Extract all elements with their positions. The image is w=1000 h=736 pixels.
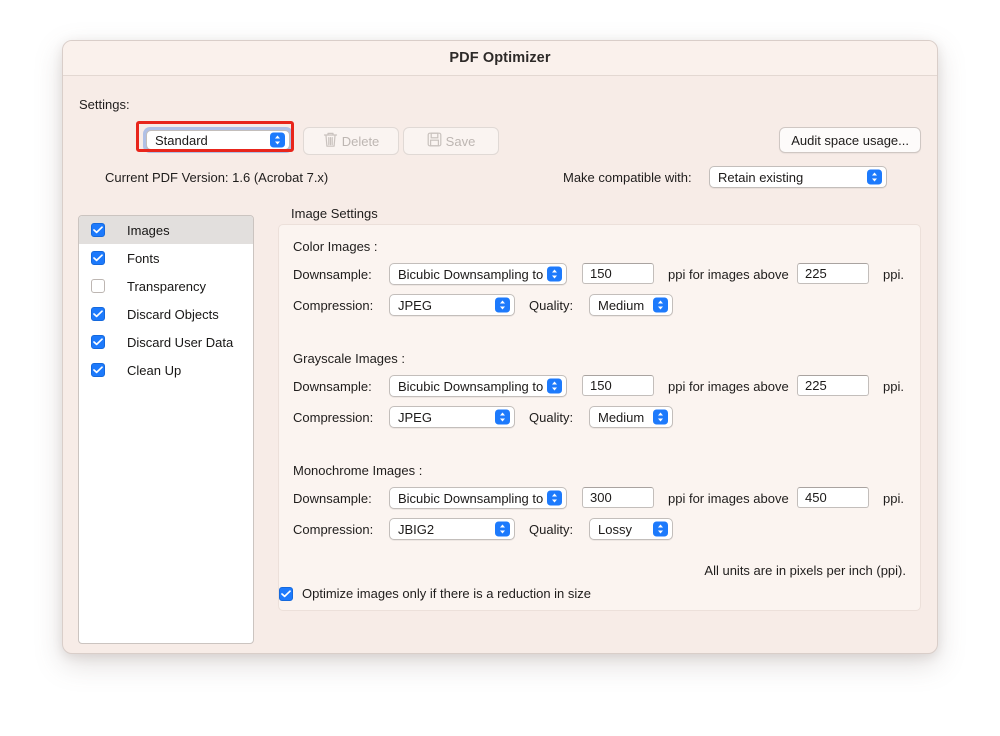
monochrome-ppi-above-label: ppi for images above bbox=[668, 491, 789, 506]
chevron-updown-icon bbox=[495, 409, 510, 425]
chevron-updown-icon bbox=[495, 521, 510, 537]
sidebar-item-label: Clean Up bbox=[127, 362, 182, 378]
settings-category-list[interactable]: Images Fonts Transparency Discard Object… bbox=[78, 215, 254, 644]
sidebar-item-discard-objects[interactable]: Discard Objects bbox=[79, 300, 253, 328]
chevron-updown-icon bbox=[547, 490, 562, 506]
sidebar-item-clean-up[interactable]: Clean Up bbox=[79, 356, 253, 384]
color-downsample-label: Downsample: bbox=[293, 267, 372, 282]
checkbox-transparency[interactable] bbox=[91, 279, 105, 293]
delete-button-label: Delete bbox=[341, 133, 380, 149]
grayscale-quality-label: Quality: bbox=[529, 410, 574, 425]
image-settings-title: Image Settings bbox=[291, 206, 378, 221]
save-button-label: Save bbox=[445, 133, 476, 149]
monochrome-ppi-suffix: ppi. bbox=[883, 491, 904, 506]
image-settings-panel: Color Images : Downsample: Bicubic Downs… bbox=[278, 224, 921, 611]
monochrome-quality-value: Lossy bbox=[598, 521, 632, 537]
color-compression-value: JPEG bbox=[398, 297, 432, 313]
settings-dropdown[interactable]: Standard bbox=[143, 127, 293, 153]
grayscale-images-group-title: Grayscale Images : bbox=[293, 351, 405, 366]
grayscale-compression-label: Compression: bbox=[293, 410, 374, 425]
sidebar-item-label: Fonts bbox=[127, 250, 160, 266]
sidebar-item-fonts[interactable]: Fonts bbox=[79, 244, 253, 272]
sidebar-item-label: Discard User Data bbox=[127, 334, 234, 350]
grayscale-ppi-suffix: ppi. bbox=[883, 379, 904, 394]
grayscale-ppi-above-label: ppi for images above bbox=[668, 379, 789, 394]
checkbox-images[interactable] bbox=[91, 223, 105, 237]
monochrome-quality-dropdown[interactable]: Lossy bbox=[589, 518, 673, 540]
chevron-updown-icon bbox=[867, 169, 882, 185]
settings-label: Settings: bbox=[79, 97, 130, 112]
grayscale-downsample-method-value: Bicubic Downsampling to bbox=[398, 378, 544, 394]
grayscale-threshold-ppi-input[interactable]: 225 bbox=[797, 375, 869, 396]
monochrome-target-ppi-input[interactable]: 300 bbox=[582, 487, 654, 508]
checkbox-clean-up[interactable] bbox=[91, 363, 105, 377]
floppy-disk-icon bbox=[427, 132, 442, 150]
sidebar-item-label: Transparency bbox=[127, 278, 206, 294]
dialog-titlebar: PDF Optimizer bbox=[63, 41, 937, 76]
settings-dropdown-value: Standard bbox=[155, 132, 208, 148]
grayscale-downsample-method-dropdown[interactable]: Bicubic Downsampling to bbox=[389, 375, 567, 397]
dialog-title: PDF Optimizer bbox=[449, 50, 551, 66]
color-compression-dropdown[interactable]: JPEG bbox=[389, 294, 515, 316]
monochrome-quality-label: Quality: bbox=[529, 522, 574, 537]
grayscale-target-ppi-input[interactable]: 150 bbox=[582, 375, 654, 396]
save-button: Save bbox=[403, 127, 499, 155]
monochrome-downsample-method-value: Bicubic Downsampling to bbox=[398, 490, 544, 506]
audit-space-usage-button[interactable]: Audit space usage... bbox=[779, 127, 921, 153]
color-target-ppi-input[interactable]: 150 bbox=[582, 263, 654, 284]
color-compression-label: Compression: bbox=[293, 298, 374, 313]
units-note: All units are in pixels per inch (ppi). bbox=[704, 563, 906, 578]
chevron-updown-icon bbox=[653, 409, 668, 425]
sidebar-item-images[interactable]: Images bbox=[79, 216, 253, 244]
chevron-updown-icon bbox=[547, 266, 562, 282]
optimize-images-row[interactable]: Optimize images only if there is a reduc… bbox=[279, 586, 591, 601]
trash-icon bbox=[323, 131, 338, 151]
monochrome-images-group-title: Monochrome Images : bbox=[293, 463, 423, 478]
optimize-images-label: Optimize images only if there is a reduc… bbox=[302, 586, 592, 601]
color-quality-value: Medium bbox=[598, 297, 645, 313]
checkbox-discard-objects[interactable] bbox=[91, 307, 105, 321]
chevron-updown-icon bbox=[270, 132, 285, 148]
checkbox-discard-user-data[interactable] bbox=[91, 335, 105, 349]
monochrome-threshold-ppi-input[interactable]: 450 bbox=[797, 487, 869, 508]
pdf-optimizer-dialog: PDF Optimizer Settings: Standard Delete … bbox=[62, 40, 938, 654]
monochrome-compression-dropdown[interactable]: JBIG2 bbox=[389, 518, 515, 540]
chevron-updown-icon bbox=[547, 378, 562, 394]
grayscale-compression-value: JPEG bbox=[398, 409, 432, 425]
color-ppi-suffix: ppi. bbox=[883, 267, 904, 282]
chevron-updown-icon bbox=[653, 297, 668, 313]
grayscale-compression-dropdown[interactable]: JPEG bbox=[389, 406, 515, 428]
make-compatible-label: Make compatible with: bbox=[563, 170, 692, 185]
make-compatible-value: Retain existing bbox=[718, 169, 804, 185]
sidebar-item-discard-user-data[interactable]: Discard User Data bbox=[79, 328, 253, 356]
color-threshold-ppi-input[interactable]: 225 bbox=[797, 263, 869, 284]
sidebar-item-transparency[interactable]: Transparency bbox=[79, 272, 253, 300]
grayscale-downsample-label: Downsample: bbox=[293, 379, 372, 394]
color-quality-label: Quality: bbox=[529, 298, 574, 313]
color-downsample-method-value: Bicubic Downsampling to bbox=[398, 266, 544, 282]
dialog-body: Settings: Standard Delete Save Audit spa… bbox=[63, 76, 937, 653]
color-images-group-title: Color Images : bbox=[293, 239, 378, 254]
monochrome-downsample-label: Downsample: bbox=[293, 491, 372, 506]
current-pdf-version: Current PDF Version: 1.6 (Acrobat 7.x) bbox=[105, 170, 329, 185]
make-compatible-dropdown[interactable]: Retain existing bbox=[709, 166, 887, 188]
chevron-updown-icon bbox=[653, 521, 668, 537]
chevron-updown-icon bbox=[495, 297, 510, 313]
settings-toolbar: Settings: Standard Delete Save Audit spa… bbox=[63, 76, 937, 155]
monochrome-compression-label: Compression: bbox=[293, 522, 374, 537]
checkbox-fonts[interactable] bbox=[91, 251, 105, 265]
audit-space-usage-label: Audit space usage... bbox=[791, 132, 909, 148]
color-ppi-above-label: ppi for images above bbox=[668, 267, 789, 282]
color-downsample-method-dropdown[interactable]: Bicubic Downsampling to bbox=[389, 263, 567, 285]
grayscale-quality-value: Medium bbox=[598, 409, 645, 425]
delete-button: Delete bbox=[303, 127, 399, 155]
grayscale-quality-dropdown[interactable]: Medium bbox=[589, 406, 673, 428]
color-quality-dropdown[interactable]: Medium bbox=[589, 294, 673, 316]
sidebar-item-label: Images bbox=[127, 222, 170, 238]
checkbox-optimize-images[interactable] bbox=[279, 586, 293, 601]
monochrome-downsample-method-dropdown[interactable]: Bicubic Downsampling to bbox=[389, 487, 567, 509]
sidebar-item-label: Discard Objects bbox=[127, 306, 219, 322]
monochrome-compression-value: JBIG2 bbox=[398, 521, 435, 537]
